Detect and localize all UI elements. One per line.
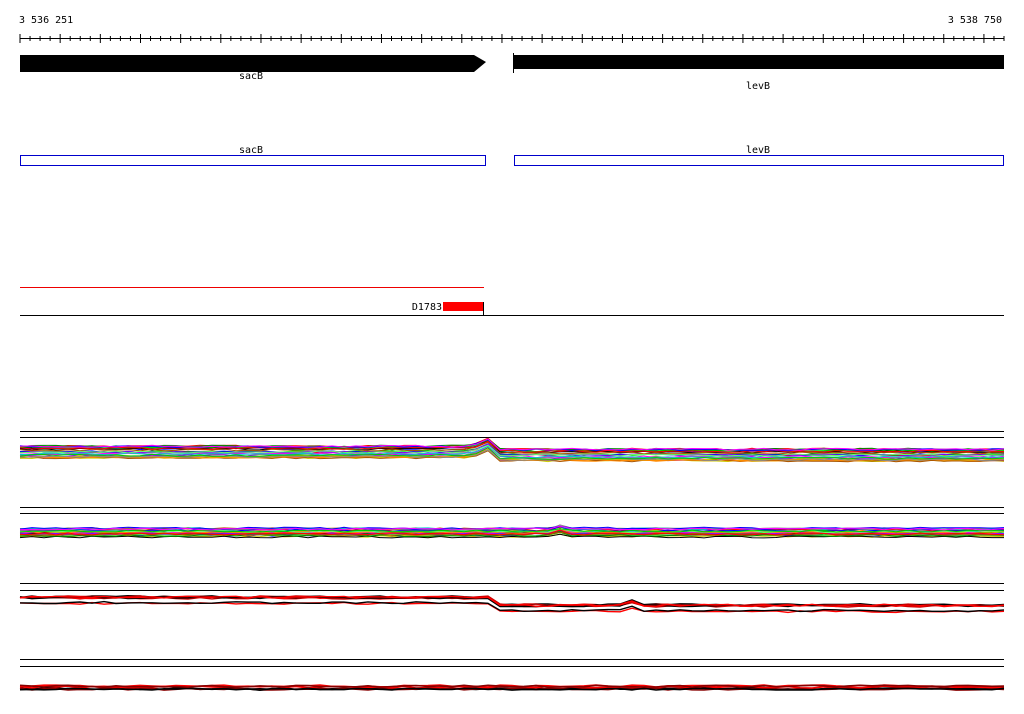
annotation-label-levb: levB [746,145,770,156]
coordinate-ruler: 3 536 251 3 538 750 [19,15,1005,43]
panel-4-traces [19,684,1005,692]
gene-label-levb: levB [746,81,770,92]
coverage-trace [19,595,1005,608]
ruler-end-label: 3 538 750 [948,15,1002,26]
annotation-track: sacB levB [20,145,1004,166]
ruler-start-label: 3 536 251 [19,15,73,26]
coverage-panel-1 [19,431,1005,463]
gene-arrow-levb[interactable] [513,53,1004,73]
feature-label: D1783 [412,302,442,313]
gene-track: sacB levB [20,53,1004,92]
coverage-panel-3 [19,583,1005,614]
panel-3-traces [19,594,1005,614]
gene-arrow-sacb[interactable] [20,55,486,72]
annotation-box-levb[interactable] [514,155,1004,166]
panel-2-traces [19,524,1005,539]
panel-1-traces [19,437,1005,463]
gene-label-sacb: sacB [239,71,263,82]
coverage-panel-2 [19,507,1005,539]
feature-track: D1783 [20,287,1004,316]
feature-block[interactable] [443,302,484,311]
annotation-label-sacb: sacB [239,145,263,156]
annotation-box-sacb[interactable] [20,155,486,166]
coverage-panel-4 [19,659,1005,692]
genome-browser-view: 3 536 251 3 538 750 sacB levB sacB levB … [19,15,1005,692]
